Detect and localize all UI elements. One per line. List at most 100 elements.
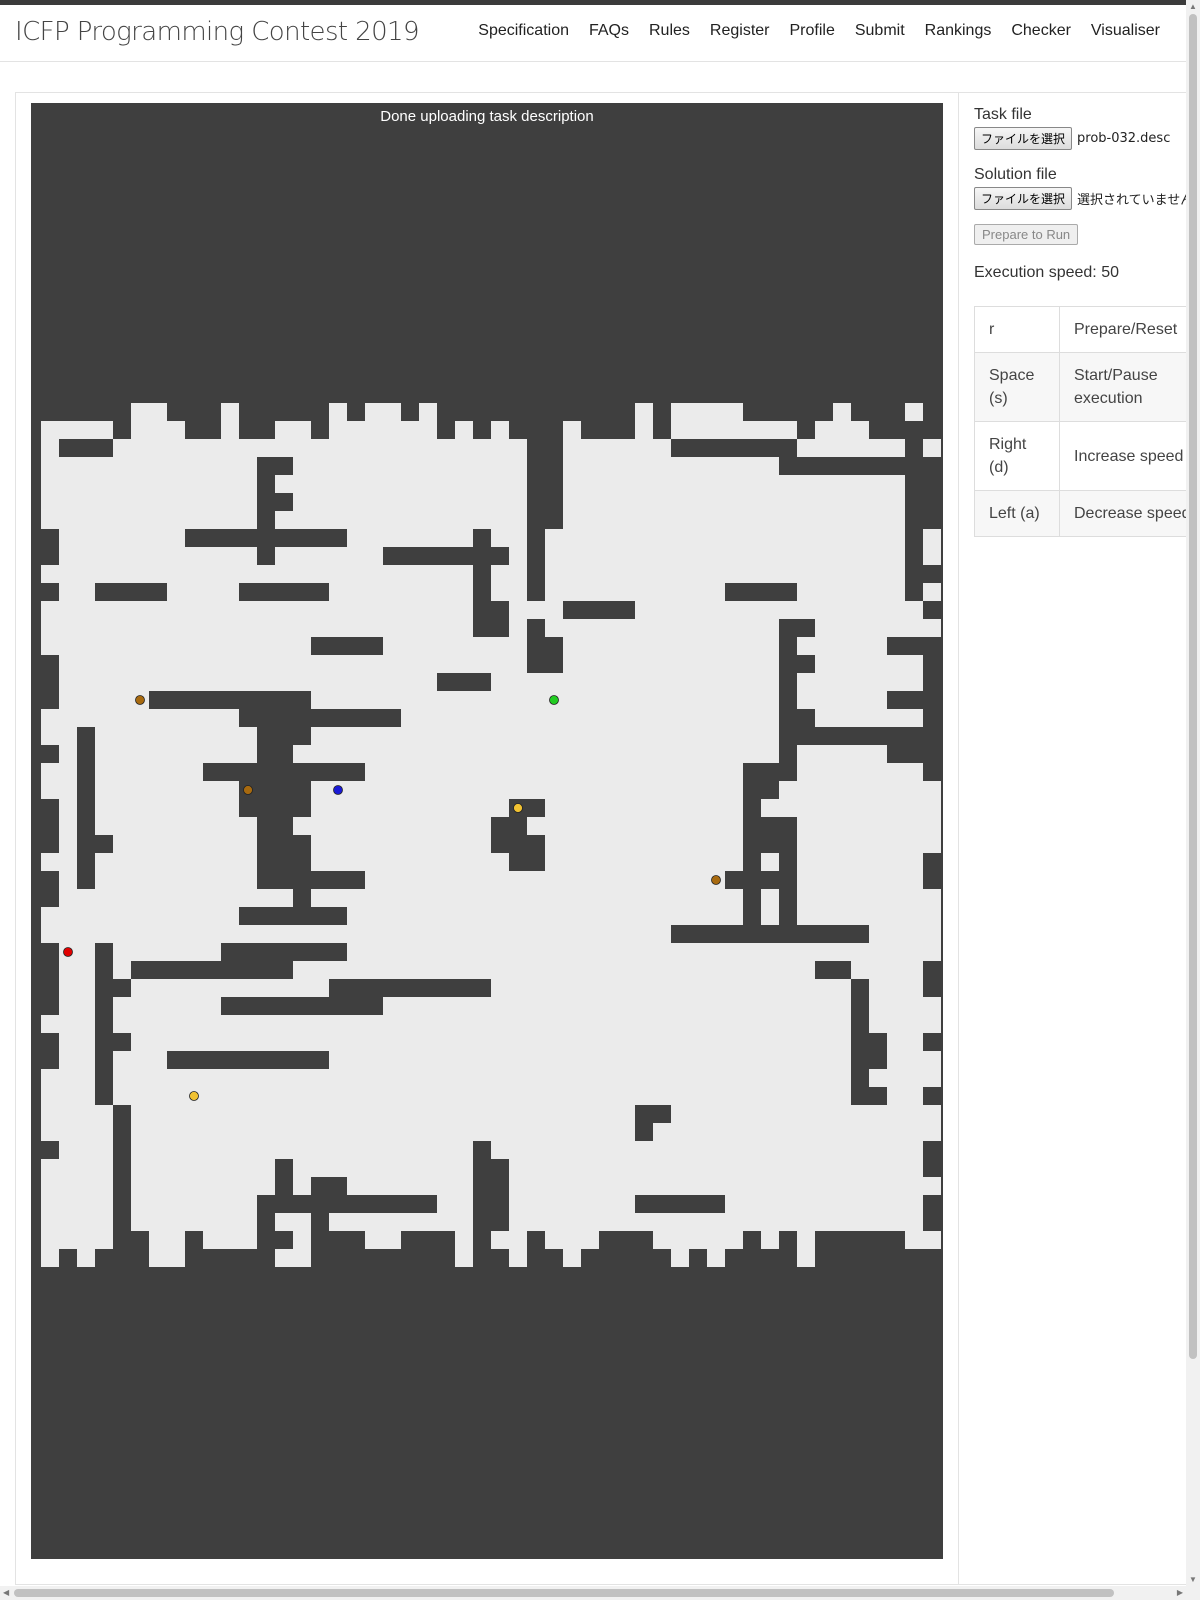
- floor-cell: [635, 403, 653, 421]
- floor-cell: [761, 799, 941, 817]
- floor-cell: [41, 1069, 95, 1087]
- shortcut-key: r: [974, 306, 1060, 353]
- floor-cell: [221, 421, 239, 439]
- nav-register[interactable]: Register: [710, 22, 770, 40]
- nav-visualiser[interactable]: Visualiser: [1091, 22, 1160, 40]
- floor-cell: [851, 961, 923, 979]
- floor-cell: [41, 439, 59, 457]
- floor-cell: [41, 1087, 95, 1105]
- floor-cell: [41, 709, 239, 727]
- floor-cell: [491, 1141, 923, 1159]
- floor-cell: [563, 493, 905, 511]
- scroll-right-arrow-icon[interactable]: ▶: [1177, 1588, 1183, 1597]
- floor-cell: [41, 853, 77, 871]
- map-svg: [41, 403, 941, 1267]
- floor-cell: [95, 799, 239, 817]
- floor-cell: [383, 997, 851, 1015]
- floor-cell: [293, 1231, 311, 1249]
- scroll-left-arrow-icon[interactable]: ◀: [3, 1588, 9, 1597]
- floor-cell: [329, 583, 473, 601]
- floor-cell: [131, 1141, 473, 1159]
- table-row: Right (d) Increase speed: [974, 421, 1186, 491]
- nav-submit[interactable]: Submit: [855, 22, 905, 40]
- floor-cell: [59, 529, 185, 547]
- floor-cell: [131, 1213, 257, 1231]
- nav-faqs[interactable]: FAQs: [589, 22, 629, 40]
- floor-cell: [113, 943, 221, 961]
- floor-cell: [41, 763, 77, 781]
- task-file-input[interactable]: ファイルを選択 prob-032.desc: [974, 127, 1186, 150]
- horizontal-scrollbar[interactable]: ◀ ▶: [0, 1586, 1186, 1600]
- floor-cell: [347, 1177, 473, 1195]
- horizontal-scroll-thumb[interactable]: [14, 1589, 1114, 1597]
- floor-cell: [41, 1123, 113, 1141]
- prepare-to-run-button[interactable]: Prepare to Run: [974, 224, 1079, 245]
- vertical-scrollbar[interactable]: ▲ ▼: [1186, 0, 1200, 1600]
- floor-cell: [311, 727, 779, 745]
- floor-cell: [293, 493, 527, 511]
- floor-cell: [275, 547, 383, 565]
- floor-cell: [707, 1249, 725, 1267]
- floor-cell: [797, 853, 923, 871]
- floor-cell: [221, 403, 239, 421]
- nav-rankings[interactable]: Rankings: [925, 22, 992, 40]
- floor-cell: [41, 493, 257, 511]
- floor-cell: [365, 1231, 401, 1249]
- site-brand[interactable]: ICFP Programming Contest 2019: [15, 17, 420, 47]
- floor-cell: [41, 1231, 113, 1249]
- floor-cell: [41, 1213, 113, 1231]
- scroll-up-arrow-icon[interactable]: ▲: [1189, 2, 1197, 11]
- floor-cell: [545, 583, 725, 601]
- floor-cell: [95, 781, 239, 799]
- floor-cell: [491, 979, 851, 997]
- floor-cell: [41, 619, 473, 637]
- vertical-scroll-thumb[interactable]: [1189, 14, 1197, 1359]
- floor-cell: [113, 1015, 851, 1033]
- nav-profile[interactable]: Profile: [789, 22, 834, 40]
- floor-cell: [635, 601, 923, 619]
- floor-cell: [491, 421, 509, 439]
- floor-cell: [293, 1177, 311, 1195]
- floor-cell: [293, 961, 815, 979]
- floor-cell: [59, 997, 95, 1015]
- nav-specification[interactable]: Specification: [478, 22, 569, 40]
- scroll-down-arrow-icon[interactable]: ▼: [1189, 1575, 1197, 1584]
- floor-cell: [41, 1105, 113, 1123]
- floor-cell: [509, 547, 527, 565]
- floor-cell: [509, 1177, 941, 1195]
- panel-divider: [958, 92, 959, 1585]
- nav-checker[interactable]: Checker: [1011, 22, 1071, 40]
- floor-cell: [563, 421, 581, 439]
- solution-file-name: 選択されていません: [1077, 193, 1186, 208]
- nav-menu: Specification FAQs Rules Register Profil…: [478, 22, 1160, 40]
- task-file-button[interactable]: ファイルを選択: [974, 127, 1073, 150]
- solution-file-button[interactable]: ファイルを選択: [974, 187, 1073, 210]
- booster-marker: [189, 1091, 199, 1101]
- floor-cell: [365, 871, 725, 889]
- table-row: Space (s) Start/Pause execution: [974, 352, 1186, 422]
- floor-cell: [887, 1033, 923, 1051]
- floor-cell: [545, 835, 743, 853]
- map-canvas[interactable]: Done uploading task description: [31, 103, 943, 1559]
- solution-file-input[interactable]: ファイルを選択 選択されていません: [974, 187, 1186, 210]
- floor-cell: [41, 421, 113, 439]
- floor-cell: [797, 763, 923, 781]
- floor-cell: [401, 709, 779, 727]
- floor-cell: [95, 871, 257, 889]
- floor-cell: [545, 853, 743, 871]
- floor-cell: [131, 403, 167, 421]
- floor-cell: [833, 403, 851, 421]
- floor-cell: [869, 925, 941, 943]
- floor-cell: [491, 1231, 527, 1249]
- nav-rules[interactable]: Rules: [649, 22, 690, 40]
- floor-cell: [509, 1159, 923, 1177]
- floor-cell: [131, 1123, 635, 1141]
- floor-cell: [347, 907, 743, 925]
- floor-cell: [41, 1195, 113, 1213]
- booster-marker: [549, 695, 559, 705]
- floor-cell: [113, 1087, 851, 1105]
- floor-cell: [41, 1159, 113, 1177]
- floor-cell: [797, 673, 923, 691]
- floor-cell: [671, 1249, 689, 1267]
- shortcut-action: Start/Pause execution: [1059, 352, 1186, 422]
